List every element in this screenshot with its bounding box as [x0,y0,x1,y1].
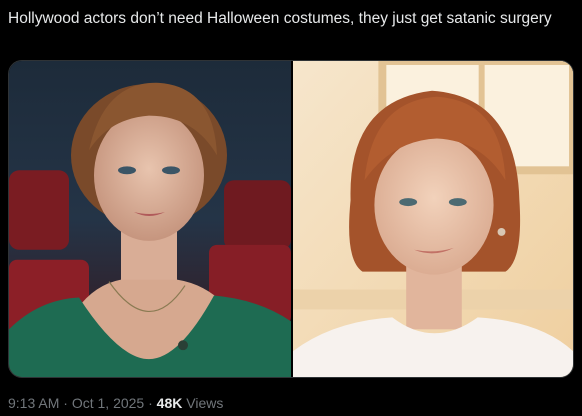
tweet-text: Hollywood actors don’t need Halloween co… [8,10,552,27]
media-photo-left[interactable] [9,61,291,377]
photo-woman-window-icon [293,61,573,377]
tweet-media[interactable] [8,60,574,378]
meta-separator: · [148,395,153,411]
tweet-date[interactable]: Oct 1, 2025 [72,395,144,411]
media-photo-right[interactable] [293,61,573,377]
tweet-time[interactable]: 9:13 AM [8,395,59,411]
views-count[interactable]: 48K [157,395,183,411]
meta-separator: · [63,395,68,411]
tweet-meta: 9:13 AM · Oct 1, 2025 · 48K Views [8,394,223,412]
views-label: Views [186,395,224,411]
photo-woman-cinema-icon [9,61,291,377]
